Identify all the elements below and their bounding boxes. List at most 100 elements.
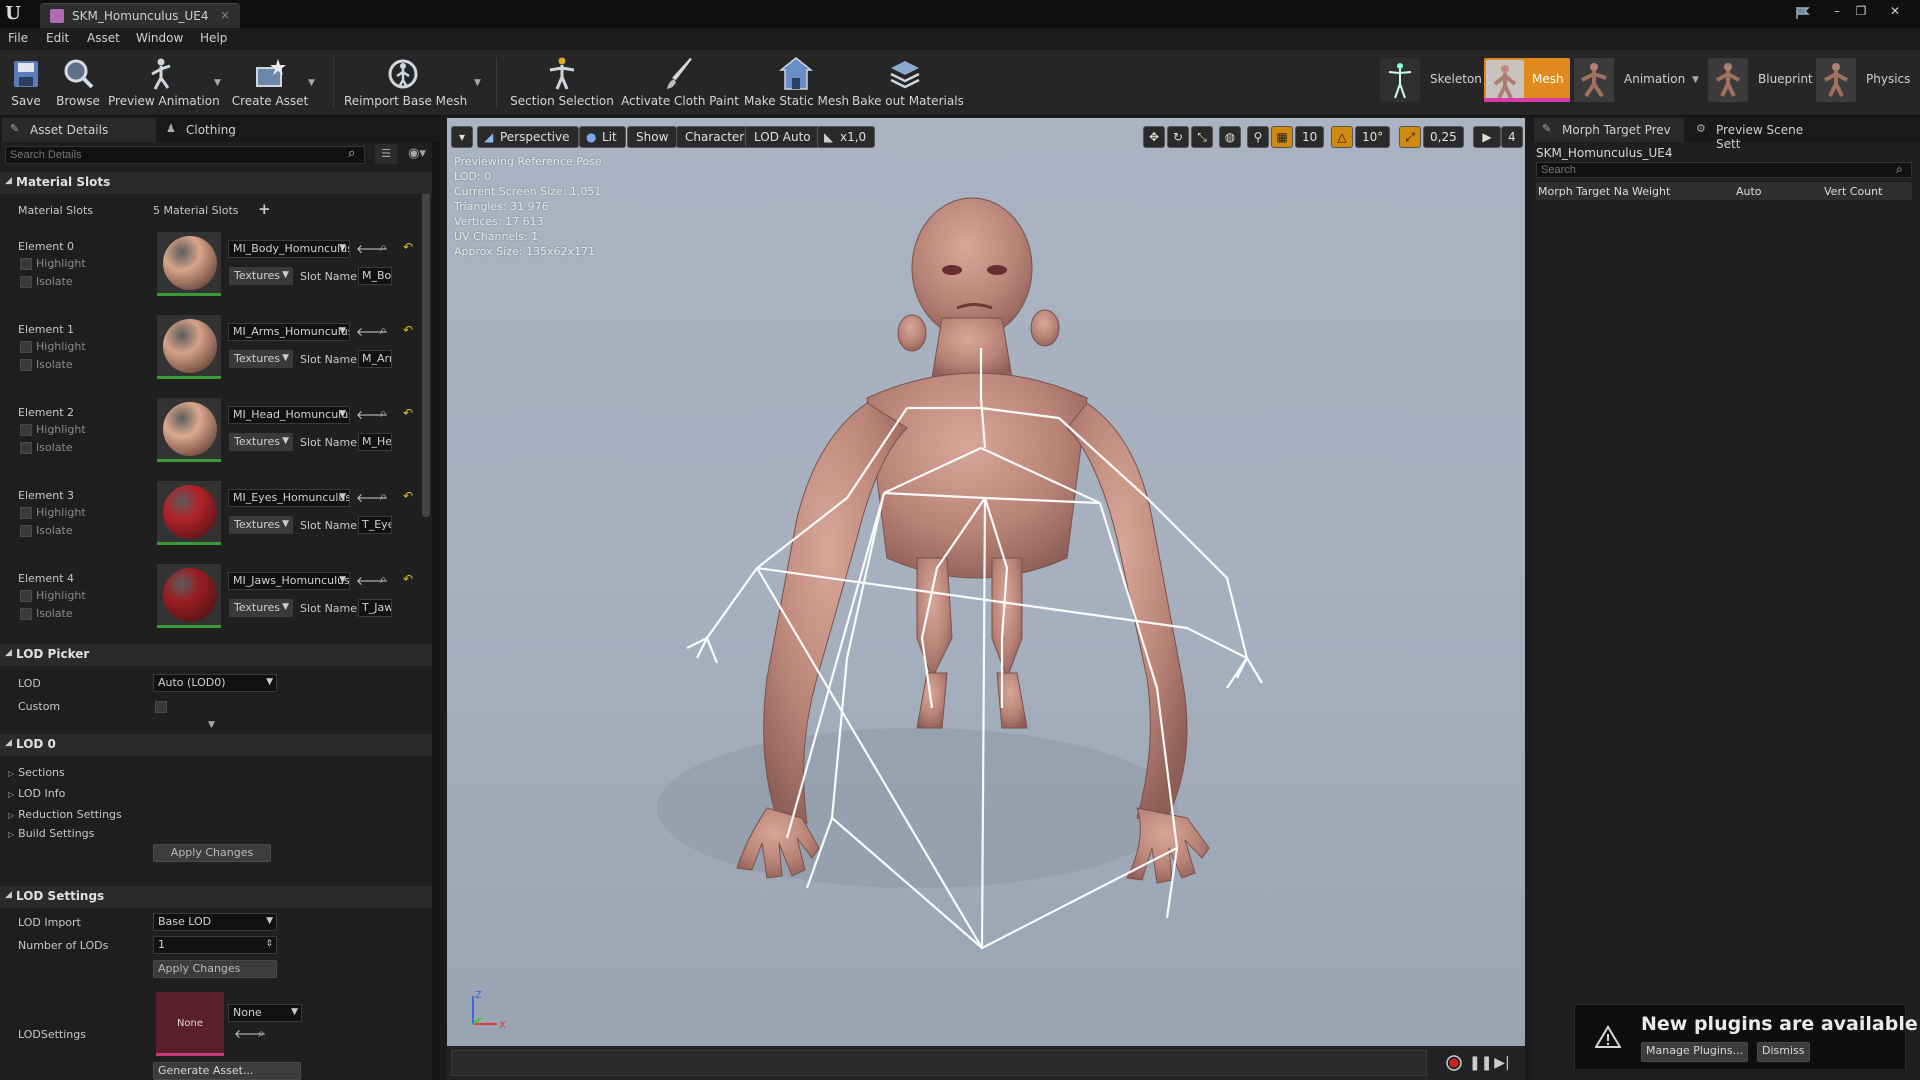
details-scrollbar[interactable] xyxy=(422,172,430,517)
lodsettings-asset-dropdown[interactable]: None ▼ xyxy=(228,1004,302,1022)
menu-edit[interactable]: Edit xyxy=(46,31,69,45)
create-asset-dropdown-icon[interactable]: ▼ xyxy=(308,78,315,88)
reimport-dropdown-icon[interactable]: ▼ xyxy=(474,78,481,88)
close-tab-icon[interactable]: × xyxy=(220,8,230,22)
make-static-mesh-button[interactable]: Make Static Mesh xyxy=(744,52,849,112)
isolate-checkbox[interactable] xyxy=(20,525,32,537)
browse-asset-icon[interactable]: ⌕ xyxy=(380,572,387,587)
restore-button[interactable]: ❐ xyxy=(1850,2,1872,20)
document-tab[interactable]: SKM_Homunculus_UE4 × xyxy=(40,3,240,28)
browse-asset-icon[interactable]: ⌕ xyxy=(258,1026,265,1041)
surface-snap-icon[interactable]: ⚲ xyxy=(1247,126,1269,148)
isolate-checkbox[interactable] xyxy=(20,442,32,454)
activate-cloth-paint-button[interactable]: Activate Cloth Paint xyxy=(620,52,740,112)
slot-name-field[interactable]: M_Arms xyxy=(358,350,392,368)
camera-speed-value[interactable]: 4 xyxy=(1501,126,1523,148)
textures-dropdown[interactable]: Textures ▼ xyxy=(229,516,293,534)
isolate-checkbox[interactable] xyxy=(20,276,32,288)
playback-speed-button[interactable]: ◣ x1,0 xyxy=(817,126,876,148)
pause-icon[interactable]: ❚❚ xyxy=(1469,1054,1492,1072)
reset-to-default-icon[interactable]: ↶ xyxy=(403,406,413,420)
material-picker-dropdown[interactable]: MI_Arms_Homunculus ▼ xyxy=(228,323,350,341)
textures-dropdown[interactable]: Textures ▼ xyxy=(229,599,293,617)
column-weight[interactable]: Weight xyxy=(1632,185,1670,198)
add-material-slot-button[interactable]: + xyxy=(258,200,271,218)
tab-morph-target-preview[interactable]: ✎ Morph Target Prev xyxy=(1534,118,1684,142)
material-thumbnail[interactable] xyxy=(157,398,221,462)
material-thumbnail[interactable] xyxy=(157,564,221,628)
rotation-snap-value[interactable]: 10° xyxy=(1355,126,1391,148)
mode-blueprint-button[interactable]: Blueprint xyxy=(1708,58,1813,102)
tab-asset-details[interactable]: ✎ Asset Details xyxy=(2,118,156,142)
reset-to-default-icon[interactable]: ↶ xyxy=(403,323,413,337)
material-picker-dropdown[interactable]: MI_Body_Homunculus ▼ xyxy=(228,240,350,258)
column-vert-count[interactable]: Vert Count xyxy=(1824,185,1882,198)
highlight-checkbox[interactable] xyxy=(20,341,32,353)
material-picker-dropdown[interactable]: MI_Jaws_Homunculus ▼ xyxy=(228,572,350,590)
panel-splitter[interactable] xyxy=(432,142,440,1080)
browse-asset-icon[interactable]: ⌕ xyxy=(380,406,387,421)
show-button[interactable]: Show xyxy=(627,126,678,148)
section-lod-settings[interactable]: ◢ LOD Settings xyxy=(0,886,432,908)
lod-settings-apply-changes-button[interactable]: Apply Changes xyxy=(153,960,277,978)
material-picker-dropdown[interactable]: MI_Eyes_Homunculus ▼ xyxy=(228,489,350,507)
menu-asset[interactable]: Asset xyxy=(87,31,120,45)
scale-mode-icon[interactable]: ⤡ xyxy=(1191,126,1213,148)
grid-snap-icon[interactable]: ▦ xyxy=(1271,126,1293,148)
minimize-button[interactable]: – xyxy=(1826,2,1848,20)
isolate-checkbox[interactable] xyxy=(20,608,32,620)
search-details-input[interactable] xyxy=(5,146,365,164)
view-options-button[interactable]: ☰ xyxy=(375,144,397,164)
section-material-slots[interactable]: ◢ Material Slots xyxy=(0,172,432,194)
reset-to-default-icon[interactable]: ↶ xyxy=(403,489,413,503)
animation-dropdown-icon[interactable]: ▼ xyxy=(1692,75,1699,85)
tree-item-lod-info[interactable]: ▷ LOD Info xyxy=(8,787,65,800)
lod-picker-dropdown[interactable]: Auto (LOD0) ▼ xyxy=(153,674,277,692)
save-button[interactable]: Save xyxy=(4,52,48,112)
rotation-snap-icon[interactable]: △ xyxy=(1331,126,1353,148)
highlight-checkbox[interactable] xyxy=(20,590,32,602)
highlight-checkbox[interactable] xyxy=(20,258,32,270)
section-selection-button[interactable]: Section Selection xyxy=(510,52,614,112)
character-button[interactable]: Character xyxy=(676,126,754,148)
column-morph-target-name[interactable]: Morph Target Na xyxy=(1538,185,1629,198)
timeline-scrubber[interactable] xyxy=(451,1050,1427,1076)
grid-snap-value[interactable]: 10 xyxy=(1295,126,1325,148)
browse-button[interactable]: Browse xyxy=(52,52,104,112)
tab-clothing[interactable]: ♟ Clothing xyxy=(158,118,298,142)
viewport[interactable]: ▾ ◢ Perspective ● Lit Show Character LOD… xyxy=(447,118,1525,1046)
close-window-button[interactable]: ✕ xyxy=(1884,2,1906,20)
search-icon[interactable]: ⌕ xyxy=(348,146,355,161)
world-local-icon[interactable]: ◍ xyxy=(1219,126,1241,148)
step-forward-icon[interactable]: ▶| xyxy=(1493,1054,1511,1072)
isolate-checkbox[interactable] xyxy=(20,359,32,371)
slot-name-field[interactable]: T_Eyes xyxy=(358,516,392,534)
lod-import-dropdown[interactable]: Base LOD ▼ xyxy=(153,913,277,931)
rotate-mode-icon[interactable]: ↻ xyxy=(1167,126,1189,148)
manage-plugins-button[interactable]: Manage Plugins... xyxy=(1641,1042,1749,1062)
section-lod0[interactable]: ◢ LOD 0 xyxy=(0,734,432,756)
preview-animation-button[interactable]: Preview Animation xyxy=(108,52,220,112)
textures-dropdown[interactable]: Textures ▼ xyxy=(229,433,293,451)
reset-to-default-icon[interactable]: ↶ xyxy=(403,572,413,586)
mode-animation-button[interactable]: Animation ▼ xyxy=(1574,58,1699,102)
lod-auto-button[interactable]: LOD Auto xyxy=(745,126,820,148)
perspective-button[interactable]: ◢ Perspective xyxy=(477,126,579,148)
menu-file[interactable]: File xyxy=(8,31,28,45)
highlight-checkbox[interactable] xyxy=(20,424,32,436)
flag-icon[interactable] xyxy=(1795,6,1811,20)
viewport-options-button[interactable]: ▾ xyxy=(451,126,473,148)
character-mesh[interactable] xyxy=(447,118,1525,1046)
browse-asset-icon[interactable]: ⌕ xyxy=(380,323,387,338)
preview-animation-dropdown-icon[interactable]: ▼ xyxy=(214,78,221,88)
create-asset-button[interactable]: Create Asset xyxy=(228,52,312,112)
number-of-lods-input[interactable]: 1 ⇕ xyxy=(153,936,277,954)
highlight-checkbox[interactable] xyxy=(20,507,32,519)
tab-preview-scene-settings[interactable]: ⚙ Preview Scene Sett xyxy=(1688,118,1838,152)
column-auto[interactable]: Auto xyxy=(1736,185,1762,198)
generate-asset-button[interactable]: Generate Asset... xyxy=(153,1062,301,1080)
material-thumbnail[interactable] xyxy=(157,481,221,545)
search-icon[interactable]: ⌕ xyxy=(1896,162,1903,177)
lodsettings-thumbnail[interactable]: None xyxy=(156,992,224,1056)
mode-skeleton-button[interactable]: Skeleton xyxy=(1380,58,1482,102)
